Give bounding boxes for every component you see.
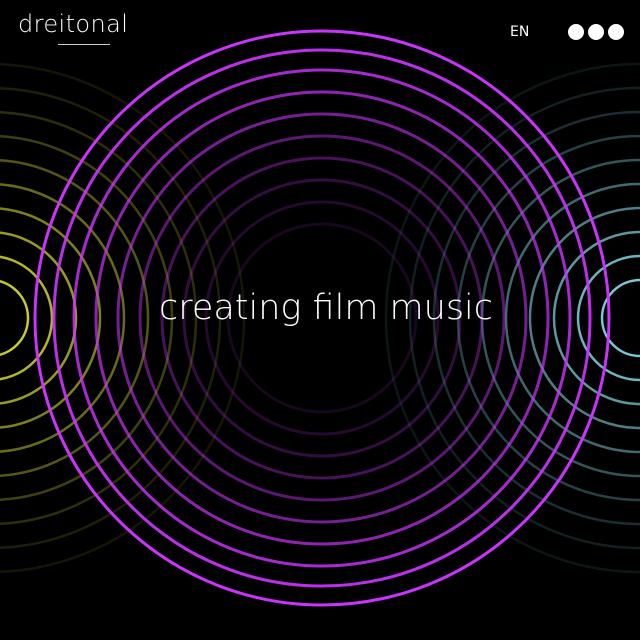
logo-underline [58, 44, 110, 45]
menu-dot [608, 24, 624, 40]
language-switch[interactable]: EN [510, 24, 529, 40]
menu-dot [588, 24, 604, 40]
logo[interactable]: dreitonal [18, 10, 128, 38]
three-dots-menu-icon[interactable] [568, 22, 624, 42]
menu-dot [568, 24, 584, 40]
hero-tagline: creating film music [158, 288, 494, 328]
page: dreitonal EN creating film music [0, 0, 640, 640]
site-header: dreitonal EN [0, 0, 640, 60]
